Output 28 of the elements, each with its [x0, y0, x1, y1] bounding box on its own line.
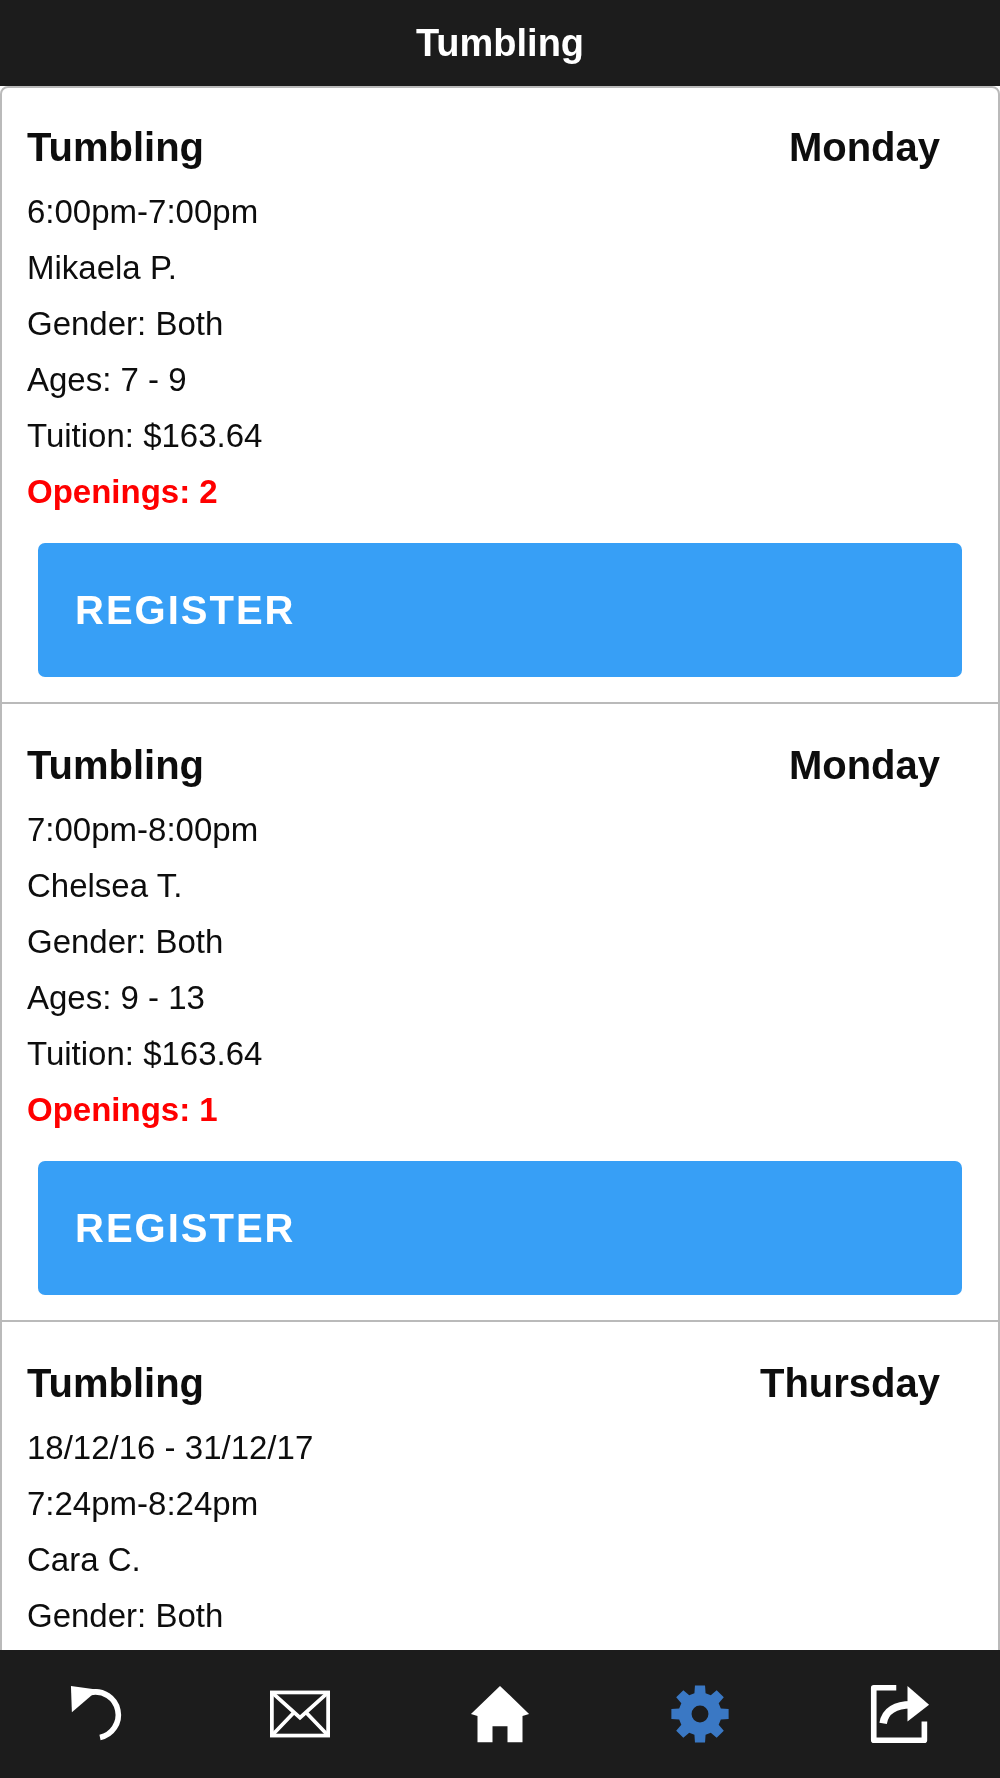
- page-title: Tumbling: [415, 21, 585, 66]
- class-day: Thursday: [759, 1359, 940, 1407]
- class-detail: Cara C.: [27, 1540, 141, 1580]
- class-day: Monday: [788, 741, 940, 789]
- openings-count: Openings: 2: [27, 472, 218, 512]
- class-detail: 6:00pm-7:00pm: [27, 192, 259, 232]
- class-detail: Tuition: $163.64: [27, 416, 263, 456]
- openings-count: Openings: 1: [27, 1090, 218, 1130]
- class-day: Monday: [788, 123, 940, 171]
- class-name: Tumbling: [27, 742, 204, 789]
- class-detail: Tuition: $163.64: [27, 1034, 263, 1074]
- class-detail: Chelsea T.: [27, 866, 183, 906]
- class-detail: Gender: Both: [27, 1596, 224, 1636]
- class-detail: Mikaela P.: [27, 248, 177, 288]
- home-icon: [470, 1684, 530, 1744]
- class-detail: 7:24pm-8:24pm: [27, 1484, 259, 1524]
- class-detail: Ages: 7 - 9: [27, 360, 187, 400]
- class-detail: 7:00pm-8:00pm: [27, 810, 259, 850]
- register-button[interactable]: REGISTER: [38, 543, 962, 677]
- register-button[interactable]: REGISTER: [38, 1161, 962, 1295]
- settings-icon: [670, 1684, 730, 1744]
- class-detail: Gender: Both: [27, 304, 224, 344]
- class-detail: Gender: Both: [27, 922, 224, 962]
- share-icon: [870, 1684, 930, 1744]
- class-name: Tumbling: [27, 1360, 204, 1407]
- class-detail: Ages: 9 - 13: [27, 978, 205, 1018]
- class-name: Tumbling: [27, 124, 204, 171]
- class-detail: 18/12/16 - 31/12/17: [27, 1428, 314, 1468]
